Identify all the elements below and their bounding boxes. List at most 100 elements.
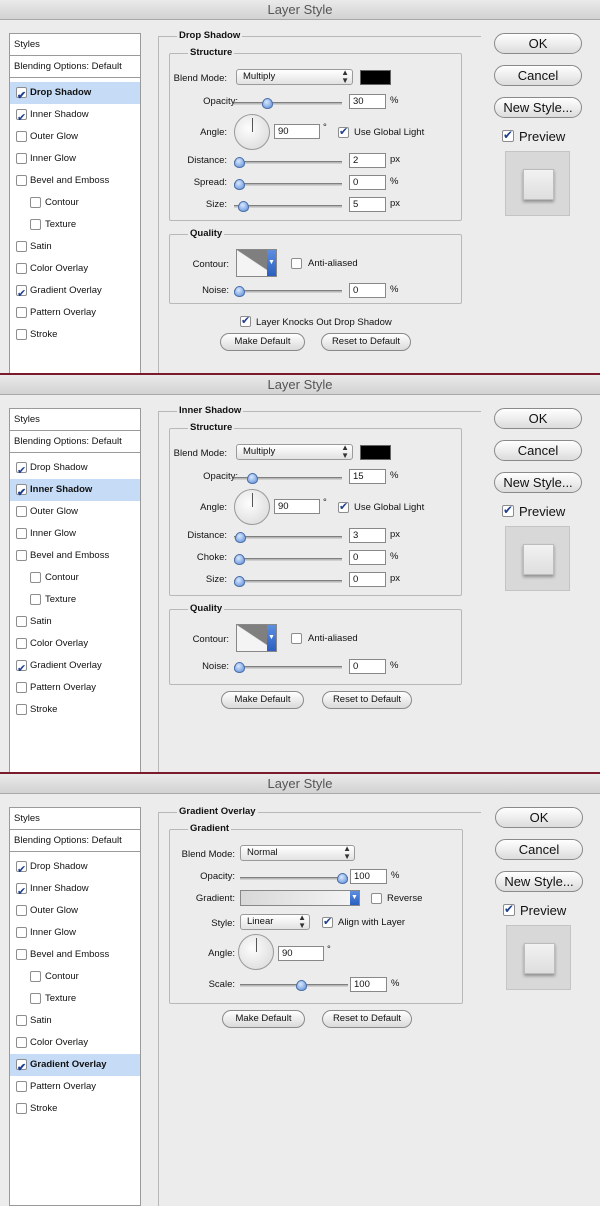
size-field[interactable]: 5 (349, 197, 386, 212)
inner-shadow-checkbox[interactable] (16, 482, 27, 504)
noise-field[interactable]: 0 (349, 283, 386, 298)
angle-field[interactable]: 90 (274, 124, 320, 139)
styles-header[interactable]: Styles (10, 34, 140, 56)
preview-checkbox[interactable] (502, 128, 514, 142)
sidebar-item-drop-shadow[interactable]: Drop Shadow (10, 856, 140, 881)
opacity-field[interactable]: 30 (349, 94, 386, 109)
make-default-button[interactable]: Make Default (222, 1010, 305, 1028)
sidebar-item-contour[interactable]: Contour (10, 567, 140, 589)
texture-checkbox[interactable] (30, 219, 41, 230)
opacity-slider[interactable] (234, 98, 342, 109)
slider-thumb[interactable] (234, 554, 245, 565)
sidebar-item-satin[interactable]: Satin (10, 1010, 140, 1032)
sidebar-item-color-overlay[interactable]: Color Overlay (10, 633, 140, 655)
knocks-out-checkbox[interactable] (240, 314, 251, 327)
reverse-checkbox[interactable] (371, 893, 382, 904)
sidebar-item-outer-glow[interactable]: Outer Glow (10, 126, 140, 148)
chevron-down-icon[interactable]: ▼ (267, 625, 276, 651)
gradient-overlay-checkbox[interactable] (16, 283, 27, 305)
spread-slider[interactable] (234, 179, 342, 190)
sidebar-item-gradient-overlay[interactable]: Gradient Overlay (10, 655, 140, 680)
sidebar-item-stroke[interactable]: Stroke (10, 1098, 140, 1120)
slider-thumb[interactable] (247, 473, 258, 484)
angle-dial[interactable] (238, 934, 274, 970)
scale-slider[interactable] (240, 980, 348, 991)
shadow-color-swatch[interactable] (360, 445, 391, 460)
sidebar-item-gradient-overlay[interactable]: Gradient Overlay (10, 280, 140, 305)
sidebar-item-texture[interactable]: Texture (10, 988, 140, 1010)
sidebar-item-pattern-overlay[interactable]: Pattern Overlay (10, 1076, 140, 1098)
chevron-down-icon[interactable]: ▼ (267, 250, 276, 276)
sidebar-item-inner-shadow[interactable]: Inner Shadow (10, 878, 140, 903)
choke-slider[interactable] (234, 554, 342, 565)
slider-thumb[interactable] (234, 179, 245, 190)
inner-shadow-checkbox[interactable] (16, 881, 27, 903)
reset-to-default-button[interactable]: Reset to Default (321, 333, 411, 351)
styles-header[interactable]: Styles (10, 409, 140, 431)
new-style-button[interactable]: New Style... (495, 871, 583, 892)
slider-thumb[interactable] (234, 286, 245, 297)
sidebar-item-satin[interactable]: Satin (10, 236, 140, 258)
make-default-button[interactable]: Make Default (220, 333, 305, 351)
new-style-button[interactable]: New Style... (494, 472, 582, 493)
slider-thumb[interactable] (238, 201, 249, 212)
blending-options-item[interactable]: Blending Options: Default (10, 830, 140, 852)
inner-glow-checkbox[interactable] (16, 153, 27, 164)
shadow-color-swatch[interactable] (360, 70, 391, 85)
satin-checkbox[interactable] (16, 241, 27, 252)
pattern-overlay-checkbox[interactable] (16, 307, 27, 318)
sidebar-item-pattern-overlay[interactable]: Pattern Overlay (10, 302, 140, 324)
slider-thumb[interactable] (234, 157, 245, 168)
noise-slider[interactable] (234, 662, 342, 673)
sidebar-item-gradient-overlay[interactable]: Gradient Overlay (10, 1054, 140, 1079)
contour-checkbox[interactable] (30, 971, 41, 982)
inner-glow-checkbox[interactable] (16, 927, 27, 938)
inner-shadow-checkbox[interactable] (16, 107, 27, 129)
sidebar-item-outer-glow[interactable]: Outer Glow (10, 501, 140, 523)
satin-checkbox[interactable] (16, 616, 27, 627)
new-style-button[interactable]: New Style... (494, 97, 582, 118)
sidebar-item-bevel-emboss[interactable]: Bevel and Emboss (10, 545, 140, 567)
preview-checkbox[interactable] (503, 902, 515, 916)
color-overlay-checkbox[interactable] (16, 263, 27, 274)
gradient-overlay-checkbox[interactable] (16, 658, 27, 680)
opacity-slider[interactable] (240, 873, 348, 884)
noise-field[interactable]: 0 (349, 659, 386, 674)
drop-shadow-checkbox[interactable] (16, 460, 27, 482)
sidebar-item-satin[interactable]: Satin (10, 611, 140, 633)
ok-button[interactable]: OK (494, 408, 582, 429)
sidebar-item-inner-glow[interactable]: Inner Glow (10, 922, 140, 944)
scale-field[interactable]: 100 (350, 977, 387, 992)
blend-mode-select[interactable]: Multiply ▲ ▼ (236, 444, 353, 460)
sidebar-item-texture[interactable]: Texture (10, 214, 140, 236)
slider-thumb[interactable] (234, 576, 245, 587)
sidebar-item-pattern-overlay[interactable]: Pattern Overlay (10, 677, 140, 699)
blend-mode-select[interactable]: Multiply ▲ ▼ (236, 69, 353, 85)
inner-glow-checkbox[interactable] (16, 528, 27, 539)
make-default-button[interactable]: Make Default (221, 691, 304, 709)
sidebar-item-color-overlay[interactable]: Color Overlay (10, 258, 140, 280)
sidebar-item-inner-shadow[interactable]: Inner Shadow (10, 104, 140, 129)
contour-checkbox[interactable] (30, 572, 41, 583)
cancel-button[interactable]: Cancel (495, 839, 583, 860)
sidebar-item-stroke[interactable]: Stroke (10, 699, 140, 721)
pattern-overlay-checkbox[interactable] (16, 1081, 27, 1092)
sidebar-item-contour[interactable]: Contour (10, 966, 140, 988)
sidebar-item-bevel-emboss[interactable]: Bevel and Emboss (10, 944, 140, 966)
distance-slider[interactable] (234, 532, 342, 543)
use-global-light-checkbox[interactable] (338, 500, 349, 513)
drop-shadow-checkbox[interactable] (16, 85, 27, 107)
sidebar-item-drop-shadow[interactable]: Drop Shadow (10, 82, 140, 107)
reset-to-default-button[interactable]: Reset to Default (322, 691, 412, 709)
contour-picker[interactable]: ▼ (236, 249, 277, 277)
noise-slider[interactable] (234, 286, 342, 297)
sidebar-item-drop-shadow[interactable]: Drop Shadow (10, 457, 140, 482)
contour-picker[interactable]: ▼ (236, 624, 277, 652)
sidebar-item-bevel-emboss[interactable]: Bevel and Emboss (10, 170, 140, 192)
sidebar-item-contour[interactable]: Contour (10, 192, 140, 214)
pattern-overlay-checkbox[interactable] (16, 682, 27, 693)
chevron-down-icon[interactable]: ▼ (350, 891, 359, 905)
opacity-field[interactable]: 15 (349, 469, 386, 484)
angle-dial[interactable] (234, 114, 270, 150)
preview-checkbox[interactable] (502, 503, 514, 517)
